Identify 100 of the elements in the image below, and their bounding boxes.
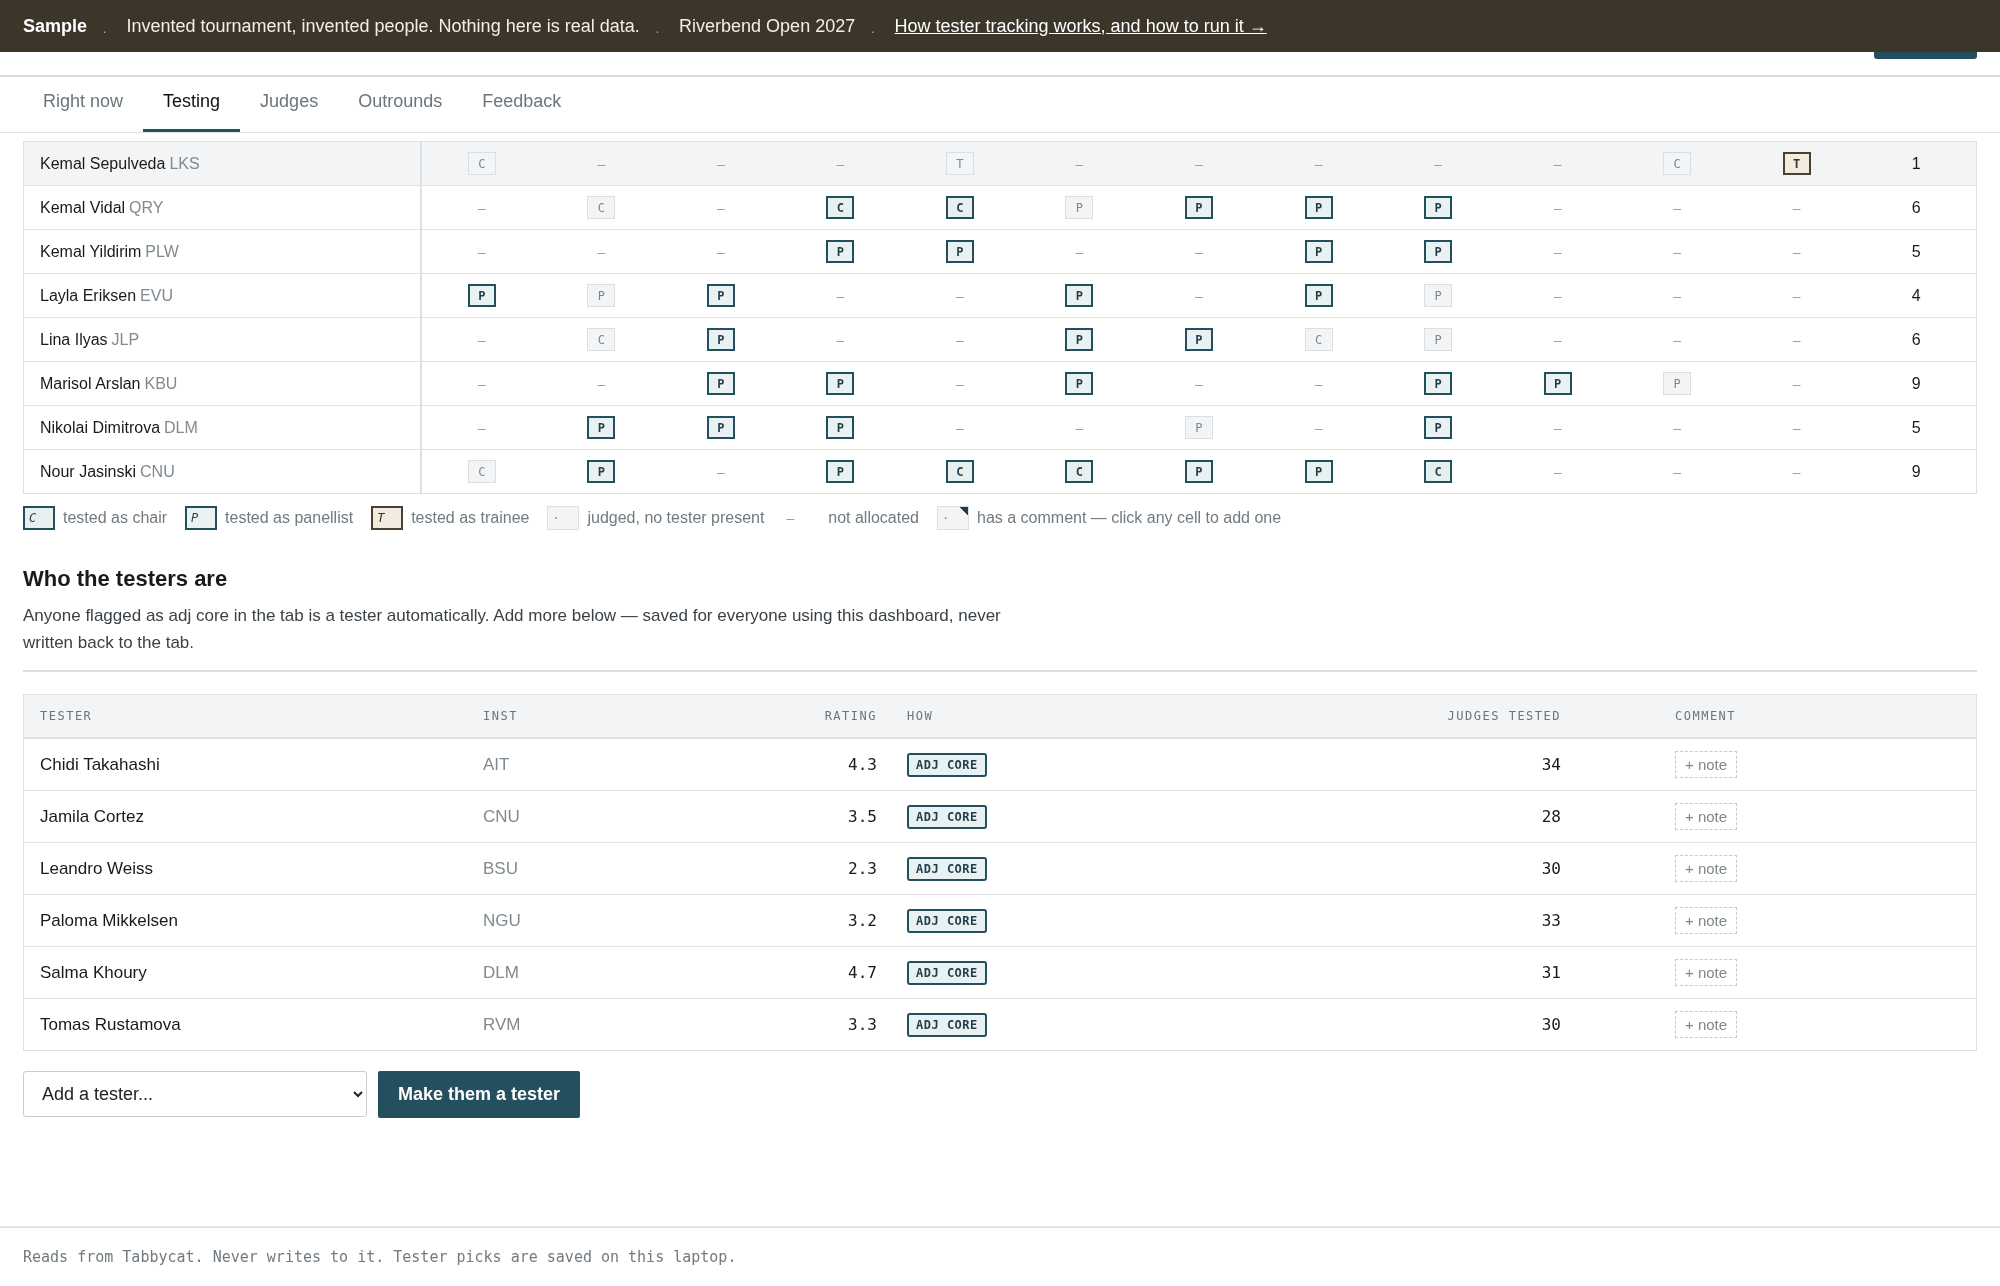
round-cell[interactable]: P: [1663, 372, 1692, 395]
round-cell[interactable]: –: [956, 375, 964, 392]
round-cell[interactable]: –: [477, 331, 486, 348]
round-cell[interactable]: –: [1195, 155, 1203, 172]
round-cell[interactable]: P: [706, 284, 735, 307]
round-cell[interactable]: P: [1424, 372, 1453, 395]
round-cell[interactable]: –: [956, 331, 964, 348]
round-cell[interactable]: P: [587, 284, 616, 307]
round-cell[interactable]: –: [477, 375, 486, 392]
round-cell[interactable]: P: [1065, 284, 1094, 307]
round-cell[interactable]: P: [826, 460, 855, 483]
round-cell[interactable]: –: [1673, 199, 1682, 216]
round-cell[interactable]: –: [1553, 463, 1562, 480]
round-cell[interactable]: –: [1553, 331, 1562, 348]
round-cell[interactable]: –: [1314, 155, 1323, 172]
round-cell[interactable]: –: [477, 243, 486, 260]
round-cell[interactable]: –: [1673, 419, 1682, 436]
round-cell[interactable]: P: [706, 372, 735, 395]
round-cell[interactable]: P: [1424, 328, 1453, 351]
round-cell[interactable]: –: [1792, 331, 1801, 348]
round-cell[interactable]: C: [826, 196, 855, 219]
round-cell[interactable]: P: [1065, 328, 1094, 351]
round-cell[interactable]: –: [1792, 419, 1801, 436]
round-cell[interactable]: –: [1792, 463, 1801, 480]
round-cell[interactable]: P: [587, 460, 616, 483]
round-cell[interactable]: C: [1304, 328, 1333, 351]
button[interactable]: [1874, 52, 1977, 59]
tab[interactable]: Feedback: [462, 77, 582, 132]
round-cell[interactable]: P: [1065, 372, 1094, 395]
round-cell[interactable]: –: [1553, 287, 1562, 304]
round-cell[interactable]: –: [716, 463, 725, 480]
round-cell[interactable]: C: [587, 196, 616, 219]
round-cell[interactable]: P: [1185, 460, 1213, 483]
round-cell[interactable]: P: [1304, 240, 1333, 263]
round-cell[interactable]: C: [945, 460, 974, 483]
round-cell[interactable]: P: [1185, 328, 1213, 351]
round-cell[interactable]: –: [956, 419, 964, 436]
round-cell[interactable]: –: [1792, 243, 1801, 260]
help-link[interactable]: How tester tracking works, and how to run it →: [894, 15, 1267, 37]
round-cell[interactable]: P: [826, 416, 855, 439]
round-cell[interactable]: P: [1424, 284, 1453, 307]
round-cell[interactable]: –: [477, 419, 486, 436]
round-cell[interactable]: P: [1304, 284, 1333, 307]
round-cell[interactable]: C: [945, 196, 974, 219]
round-cell[interactable]: –: [1673, 331, 1682, 348]
round-cell[interactable]: C: [1065, 460, 1094, 483]
make-tester-button[interactable]: Make them a tester: [378, 1071, 581, 1118]
round-cell[interactable]: C: [1663, 152, 1692, 175]
round-cell[interactable]: –: [477, 199, 486, 216]
round-cell[interactable]: P: [1424, 240, 1453, 263]
round-cell[interactable]: –: [1195, 287, 1203, 304]
round-cell[interactable]: –: [597, 155, 606, 172]
round-cell[interactable]: P: [826, 372, 855, 395]
round-cell[interactable]: –: [1075, 155, 1084, 172]
round-cell[interactable]: –: [716, 243, 725, 260]
round-cell[interactable]: –: [1075, 419, 1084, 436]
tester-select[interactable]: Add a tester...: [23, 1071, 367, 1117]
round-cell[interactable]: P: [1304, 460, 1333, 483]
round-cell[interactable]: –: [1314, 375, 1323, 392]
round-cell[interactable]: –: [1673, 463, 1682, 480]
round-cell[interactable]: –: [1553, 155, 1562, 172]
round-cell[interactable]: T: [1782, 152, 1811, 175]
round-cell[interactable]: –: [716, 199, 725, 216]
round-cell[interactable]: –: [1792, 375, 1801, 392]
round-cell[interactable]: –: [1075, 243, 1084, 260]
round-cell[interactable]: C: [467, 152, 496, 175]
round-cell[interactable]: –: [716, 155, 725, 172]
round-cell[interactable]: –: [1195, 243, 1203, 260]
round-cell[interactable]: –: [1792, 199, 1801, 216]
round-cell[interactable]: –: [1673, 287, 1682, 304]
round-cell[interactable]: C: [467, 460, 496, 483]
round-cell[interactable]: T: [945, 152, 974, 175]
add-note-button[interactable]: + note: [1675, 1011, 1738, 1038]
round-cell[interactable]: –: [1553, 199, 1562, 216]
round-cell[interactable]: P: [1424, 416, 1453, 439]
tab[interactable]: Judges: [240, 77, 339, 132]
round-cell[interactable]: C: [587, 328, 616, 351]
round-cell[interactable]: –: [1195, 375, 1203, 392]
round-cell[interactable]: P: [1185, 196, 1213, 219]
round-cell[interactable]: –: [1792, 287, 1801, 304]
add-note-button[interactable]: + note: [1675, 855, 1738, 882]
round-cell[interactable]: P: [1065, 196, 1094, 219]
round-cell[interactable]: P: [1185, 416, 1213, 439]
tab[interactable]: Outrounds: [338, 77, 463, 132]
round-cell[interactable]: –: [597, 375, 606, 392]
tab[interactable]: Right now: [23, 77, 144, 132]
round-cell[interactable]: –: [836, 155, 845, 172]
round-cell[interactable]: –: [1673, 243, 1682, 260]
add-note-button[interactable]: + note: [1675, 959, 1738, 986]
add-note-button[interactable]: + note: [1675, 803, 1738, 830]
round-cell[interactable]: P: [826, 240, 855, 263]
round-cell[interactable]: P: [706, 328, 735, 351]
round-cell[interactable]: –: [1553, 419, 1562, 436]
round-cell[interactable]: –: [956, 287, 964, 304]
round-cell[interactable]: –: [836, 331, 845, 348]
round-cell[interactable]: P: [587, 416, 616, 439]
round-cell[interactable]: P: [467, 284, 496, 307]
tab[interactable]: Testing: [143, 77, 241, 132]
round-cell[interactable]: –: [836, 287, 845, 304]
round-cell[interactable]: –: [597, 243, 606, 260]
